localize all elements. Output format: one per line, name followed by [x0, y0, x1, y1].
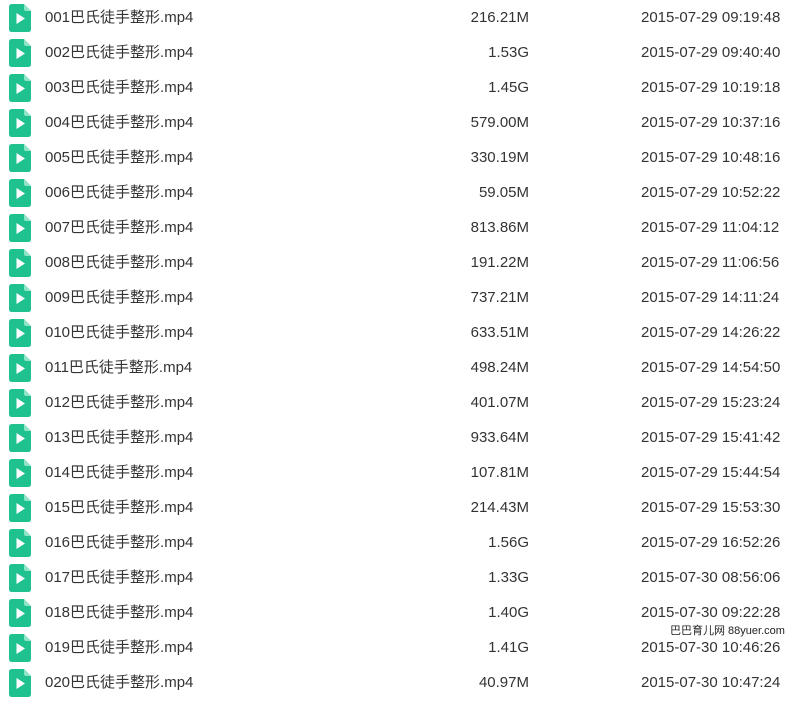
video-file-icon — [9, 424, 31, 452]
file-row[interactable]: 012巴氏徒手整形.mp4 401.07M 2015-07-29 15:23:24 — [0, 385, 800, 420]
file-row[interactable]: 009巴氏徒手整形.mp4 737.21M 2015-07-29 14:11:24 — [0, 280, 800, 315]
file-name[interactable]: 003巴氏徒手整形.mp4 — [45, 70, 193, 105]
file-name[interactable]: 020巴氏徒手整形.mp4 — [45, 665, 193, 700]
video-file-icon — [9, 4, 31, 32]
file-row[interactable]: 013巴氏徒手整形.mp4 933.64M 2015-07-29 15:41:42 — [0, 420, 800, 455]
file-size: 401.07M — [470, 394, 529, 411]
video-file-icon — [9, 599, 31, 627]
video-file-icon — [9, 459, 31, 487]
video-file-icon — [9, 529, 31, 557]
file-name[interactable]: 005巴氏徒手整形.mp4 — [45, 140, 193, 175]
video-file-icon — [9, 319, 31, 347]
file-size: 1.53G — [488, 44, 529, 61]
file-row[interactable]: 015巴氏徒手整形.mp4 214.43M 2015-07-29 15:53:30 — [0, 490, 800, 525]
video-file-icon — [9, 634, 31, 662]
file-size: 633.51M — [470, 324, 529, 341]
file-modified-date: 2015-07-30 10:47:24 — [641, 674, 781, 691]
file-row[interactable]: 014巴氏徒手整形.mp4 107.81M 2015-07-29 15:44:54 — [0, 455, 800, 490]
file-row[interactable]: 005巴氏徒手整形.mp4 330.19M 2015-07-29 10:48:16 — [0, 140, 800, 175]
file-row[interactable]: 004巴氏徒手整形.mp4 579.00M 2015-07-29 10:37:16 — [0, 105, 800, 140]
file-size: 40.97M — [478, 674, 529, 691]
video-file-icon — [9, 214, 31, 242]
file-size: 813.86M — [470, 219, 529, 236]
watermark: 巴巴育儿网 88yuer.com — [668, 624, 787, 638]
file-row[interactable]: 016巴氏徒手整形.mp4 1.56G 2015-07-29 16:52:26 — [0, 525, 800, 560]
file-name[interactable]: 013巴氏徒手整形.mp4 — [45, 420, 193, 455]
file-name[interactable]: 004巴氏徒手整形.mp4 — [45, 105, 193, 140]
file-size: 579.00M — [470, 114, 529, 131]
file-size: 1.41G — [488, 639, 529, 656]
file-name[interactable]: 006巴氏徒手整形.mp4 — [45, 175, 193, 210]
video-file-icon — [9, 354, 31, 382]
file-size: 737.21M — [470, 289, 529, 306]
file-name[interactable]: 002巴氏徒手整形.mp4 — [45, 35, 193, 70]
file-modified-date: 2015-07-29 10:52:22 — [641, 184, 781, 201]
video-file-icon — [9, 389, 31, 417]
file-row[interactable]: 010巴氏徒手整形.mp4 633.51M 2015-07-29 14:26:22 — [0, 315, 800, 350]
file-size: 1.56G — [488, 534, 529, 551]
file-modified-date: 2015-07-29 10:48:16 — [641, 149, 781, 166]
file-name[interactable]: 018巴氏徒手整形.mp4 — [45, 595, 193, 630]
video-file-icon — [9, 564, 31, 592]
file-name[interactable]: 010巴氏徒手整形.mp4 — [45, 315, 193, 350]
file-name[interactable]: 007巴氏徒手整形.mp4 — [45, 210, 193, 245]
video-file-icon — [9, 249, 31, 277]
file-name[interactable]: 015巴氏徒手整形.mp4 — [45, 490, 193, 525]
file-size: 1.45G — [488, 79, 529, 96]
file-size: 1.40G — [488, 604, 529, 621]
file-modified-date: 2015-07-29 10:19:18 — [641, 79, 781, 96]
file-row[interactable]: 002巴氏徒手整形.mp4 1.53G 2015-07-29 09:40:40 — [0, 35, 800, 70]
file-size: 191.22M — [470, 254, 529, 271]
file-modified-date: 2015-07-29 15:41:42 — [641, 429, 781, 446]
file-size: 933.64M — [470, 429, 529, 446]
video-file-icon — [9, 39, 31, 67]
file-size: 498.24M — [470, 359, 529, 376]
file-modified-date: 2015-07-29 15:44:54 — [641, 464, 781, 481]
file-name[interactable]: 011巴氏徒手整形.mp4 — [45, 350, 192, 385]
file-row[interactable]: 007巴氏徒手整形.mp4 813.86M 2015-07-29 11:04:12 — [0, 210, 800, 245]
file-size: 214.43M — [470, 499, 529, 516]
file-name[interactable]: 016巴氏徒手整形.mp4 — [45, 525, 193, 560]
file-modified-date: 2015-07-29 16:52:26 — [641, 534, 781, 551]
file-modified-date: 2015-07-29 14:11:24 — [641, 289, 780, 306]
video-file-icon — [9, 284, 31, 312]
file-modified-date: 2015-07-29 11:06:56 — [641, 254, 780, 271]
video-file-icon — [9, 179, 31, 207]
video-file-icon — [9, 669, 31, 697]
file-row[interactable]: 011巴氏徒手整形.mp4 498.24M 2015-07-29 14:54:50 — [0, 350, 800, 385]
video-file-icon — [9, 74, 31, 102]
file-row[interactable]: 001巴氏徒手整形.mp4 216.21M 2015-07-29 09:19:48 — [0, 0, 800, 35]
file-name[interactable]: 008巴氏徒手整形.mp4 — [45, 245, 193, 280]
file-name[interactable]: 009巴氏徒手整形.mp4 — [45, 280, 193, 315]
file-modified-date: 2015-07-29 09:40:40 — [641, 44, 781, 61]
video-file-icon — [9, 144, 31, 172]
file-name[interactable]: 012巴氏徒手整形.mp4 — [45, 385, 193, 420]
file-modified-date: 2015-07-29 14:54:50 — [641, 359, 781, 376]
file-row[interactable]: 003巴氏徒手整形.mp4 1.45G 2015-07-29 10:19:18 — [0, 70, 800, 105]
video-file-icon — [9, 109, 31, 137]
file-modified-date: 2015-07-30 08:56:06 — [641, 569, 781, 586]
file-name[interactable]: 014巴氏徒手整形.mp4 — [45, 455, 193, 490]
file-row[interactable]: 008巴氏徒手整形.mp4 191.22M 2015-07-29 11:06:56 — [0, 245, 800, 280]
file-modified-date: 2015-07-29 10:37:16 — [641, 114, 781, 131]
file-row[interactable]: 017巴氏徒手整形.mp4 1.33G 2015-07-30 08:56:06 — [0, 560, 800, 595]
file-size: 1.33G — [488, 569, 529, 586]
file-size: 107.81M — [470, 464, 529, 481]
file-size: 330.19M — [470, 149, 529, 166]
file-modified-date: 2015-07-29 15:23:24 — [641, 394, 781, 411]
file-name[interactable]: 017巴氏徒手整形.mp4 — [45, 560, 193, 595]
file-size: 216.21M — [470, 9, 529, 26]
file-modified-date: 2015-07-29 15:53:30 — [641, 499, 781, 516]
file-modified-date: 2015-07-29 11:04:12 — [641, 219, 780, 236]
file-modified-date: 2015-07-29 14:26:22 — [641, 324, 781, 341]
file-modified-date: 2015-07-29 09:19:48 — [641, 9, 781, 26]
file-row[interactable]: 006巴氏徒手整形.mp4 59.05M 2015-07-29 10:52:22 — [0, 175, 800, 210]
video-file-icon — [9, 494, 31, 522]
file-name[interactable]: 001巴氏徒手整形.mp4 — [45, 0, 193, 35]
file-name[interactable]: 019巴氏徒手整形.mp4 — [45, 630, 193, 665]
file-size: 59.05M — [478, 184, 529, 201]
file-row[interactable]: 020巴氏徒手整形.mp4 40.97M 2015-07-30 10:47:24 — [0, 665, 800, 700]
